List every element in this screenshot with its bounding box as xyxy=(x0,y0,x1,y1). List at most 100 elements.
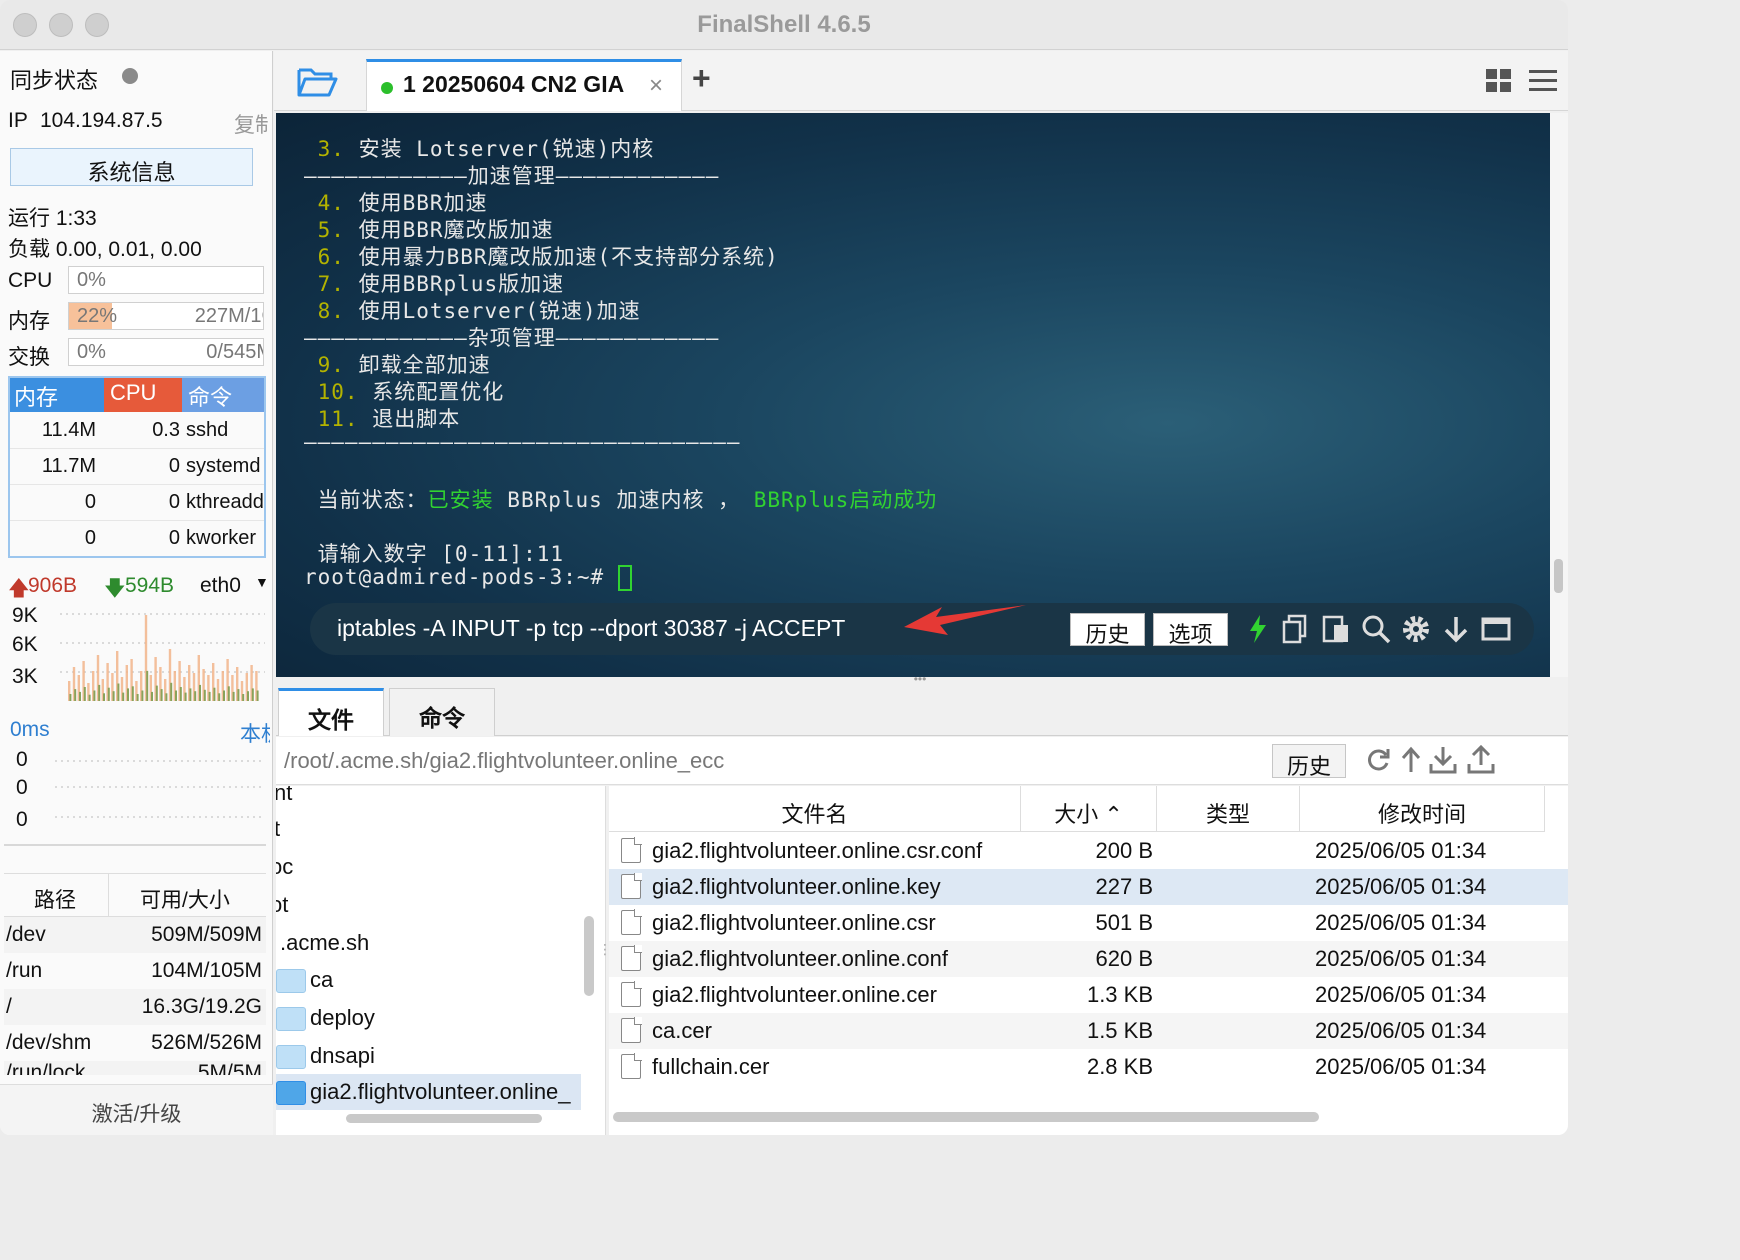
tree-item-selected[interactable]: gia2.flightvolunteer.online_ xyxy=(276,1074,581,1110)
table-row-selected[interactable]: gia2.flightvolunteer.online.key 227 B 20… xyxy=(609,869,1568,905)
folder-open-icon[interactable] xyxy=(296,65,338,99)
terminal-scrollbar[interactable] xyxy=(1550,113,1568,677)
terminal-scroll-thumb[interactable] xyxy=(1554,559,1563,593)
disk-rows: /dev 509M/509M /run 104M/105M / 16.3G/19… xyxy=(4,917,266,1075)
process-cpu: 0 xyxy=(168,527,180,549)
col-type[interactable]: 类型 xyxy=(1157,786,1300,832)
lightning-icon[interactable] xyxy=(1242,613,1274,645)
process-row[interactable]: 0 0 kworker xyxy=(8,521,266,557)
tab-session[interactable]: 1 20250604 CN2 GIA × xyxy=(366,59,682,111)
disk-col-path[interactable]: 路径 xyxy=(34,884,76,914)
net-bar xyxy=(98,684,101,701)
file-size: 501 B xyxy=(1095,910,1154,935)
tab-files[interactable]: 文件 xyxy=(278,688,384,736)
history-button[interactable]: 历史 xyxy=(1070,613,1145,647)
col-mtime[interactable]: 修改时间 xyxy=(1300,786,1545,832)
command-input-bar[interactable]: iptables -A INPUT -p tcp --dport 30387 -… xyxy=(310,603,1534,655)
net-bar xyxy=(131,686,134,701)
tree-item[interactable]: .acme.sh xyxy=(280,930,369,968)
terminal-line: 9. 卸载全部加速 xyxy=(304,349,491,379)
tab-commands[interactable]: 命令 xyxy=(389,688,495,736)
tab-close-button[interactable]: × xyxy=(649,72,663,100)
paste-icon[interactable] xyxy=(1320,613,1352,645)
net-bar xyxy=(170,682,173,701)
options-button[interactable]: 选项 xyxy=(1153,613,1228,647)
ip-label: IP xyxy=(8,109,28,132)
up-directory-icon[interactable] xyxy=(1400,746,1422,774)
process-col-cmd[interactable]: 命令 xyxy=(182,376,266,412)
tree-item[interactable]: t xyxy=(276,816,280,854)
path-history-button[interactable]: 历史 xyxy=(1272,744,1346,779)
tree-hscrollbar[interactable] xyxy=(346,1114,542,1123)
swap-label: 交换 xyxy=(8,346,50,369)
command-input[interactable]: iptables -A INPUT -p tcp --dport 30387 -… xyxy=(337,615,845,642)
tree-item[interactable]: deploy xyxy=(276,1005,596,1043)
file-icon xyxy=(621,981,642,1007)
table-row[interactable]: gia2.flightvolunteer.online.csr.conf 200… xyxy=(609,833,1568,869)
disk-col-size[interactable]: 可用/大小 xyxy=(140,884,230,914)
file-list-hscrollbar[interactable] xyxy=(613,1112,1319,1122)
process-cmd: sshd xyxy=(186,419,229,441)
grid-view-icon[interactable] xyxy=(1485,68,1513,94)
net-interface[interactable]: eth0 xyxy=(200,574,241,598)
terminal-view[interactable]: 3. 安装 Lotserver(锐速)内核 ————————————加速管理——… xyxy=(276,113,1550,677)
table-row[interactable]: gia2.flightvolunteer.online.conf 620 B 2… xyxy=(609,941,1568,977)
tree-scrollbar[interactable] xyxy=(584,916,594,996)
load-average: 负载 0.00, 0.01, 0.00 xyxy=(8,238,202,261)
folder-icon xyxy=(276,1045,306,1069)
table-row[interactable]: /run 104M/105M xyxy=(4,953,266,989)
maximize-icon[interactable] xyxy=(1480,613,1512,645)
process-row[interactable]: 11.4M 0.3 sshd xyxy=(8,413,266,449)
process-row[interactable]: 0 0 kthreadd xyxy=(8,485,266,521)
copy-ip-button[interactable]: 复制 xyxy=(234,109,268,139)
download-icon[interactable] xyxy=(1428,745,1458,775)
tree-item[interactable]: ca xyxy=(276,967,596,1005)
activate-upgrade-button[interactable]: 激活/升级 xyxy=(0,1084,273,1135)
tree-item[interactable]: oc xyxy=(276,854,293,892)
path-bar: /root/.acme.sh/gia2.flightvolunteer.onli… xyxy=(276,737,1568,785)
refresh-icon[interactable] xyxy=(1364,746,1392,774)
file-mtime: 2025/06/05 01:34 xyxy=(1315,838,1487,863)
process-col-cpu[interactable]: CPU xyxy=(104,376,182,412)
gear-icon[interactable] xyxy=(1400,613,1432,645)
tree-item-label: gia2.flightvolunteer.online_ xyxy=(310,1079,571,1104)
process-col-mem[interactable]: 内存 xyxy=(8,376,104,412)
terminal-line: 8. 使用Lotserver(锐速)加速 xyxy=(304,295,641,325)
process-mem: 11.4M xyxy=(41,419,96,441)
file-icon xyxy=(621,1017,642,1043)
terminal-line: 7. 使用BBRplus版加速 xyxy=(304,268,564,298)
file-icon xyxy=(621,837,642,863)
net-interface-dropdown-icon[interactable]: ▼ xyxy=(255,574,269,590)
connected-dot-icon xyxy=(381,82,393,94)
menu-separator: ———————————————————————————————— xyxy=(304,430,741,454)
copy-icon[interactable] xyxy=(1280,613,1312,645)
splitter-handle[interactable]: ••• xyxy=(908,673,932,685)
search-icon[interactable] xyxy=(1360,613,1392,645)
tree-item[interactable]: ot xyxy=(276,892,288,930)
path-input[interactable]: /root/.acme.sh/gia2.flightvolunteer.onli… xyxy=(284,748,724,774)
table-row[interactable]: gia2.flightvolunteer.online.csr 501 B 20… xyxy=(609,905,1568,941)
menu-text: 使用BBR加速 xyxy=(344,191,488,215)
file-size: 227 B xyxy=(1095,874,1154,899)
system-info-button[interactable]: 系统信息 xyxy=(10,148,253,186)
add-tab-button[interactable]: + xyxy=(692,60,711,97)
table-row[interactable]: /run/lock 5M/5M xyxy=(4,1061,266,1075)
col-filename[interactable]: 文件名 xyxy=(609,786,1021,832)
table-row[interactable]: ca.cer 1.5 KB 2025/06/05 01:34 xyxy=(609,1013,1568,1049)
table-row[interactable]: / 16.3G/19.2G xyxy=(4,989,266,1025)
col-size[interactable]: 大小 ⌃ xyxy=(1021,786,1157,832)
tree-item[interactable]: nt xyxy=(276,786,292,818)
net-bar xyxy=(227,686,230,701)
table-row[interactable]: gia2.flightvolunteer.online.cer 1.3 KB 2… xyxy=(609,977,1568,1013)
table-row[interactable]: fullchain.cer 2.8 KB 2025/06/05 01:34 xyxy=(609,1049,1568,1085)
menu-icon[interactable] xyxy=(1528,68,1558,94)
cpu-usage-bar: 0% xyxy=(68,266,264,294)
scroll-down-icon[interactable] xyxy=(1440,613,1472,645)
upload-icon[interactable] xyxy=(1466,745,1496,775)
process-row[interactable]: 11.7M 0 systemd xyxy=(8,449,266,485)
table-row[interactable]: /dev/shm 526M/526M xyxy=(4,1025,266,1061)
table-row[interactable]: /dev 509M/509M xyxy=(4,917,266,953)
file-name: gia2.flightvolunteer.online.conf xyxy=(652,946,948,971)
process-mem: 0 xyxy=(84,527,96,549)
sync-status-label: 同步状态 xyxy=(10,68,99,93)
